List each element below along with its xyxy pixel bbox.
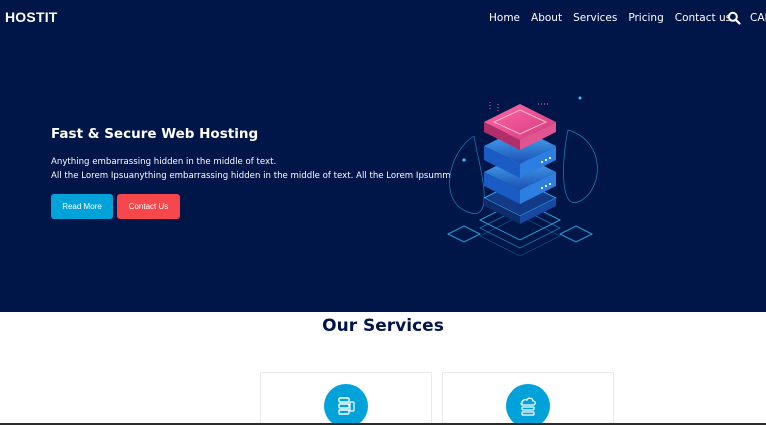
nav-services[interactable]: Services: [573, 12, 617, 24]
hero-section: HOSTIT Home About Services Pricing Conta…: [0, 0, 766, 312]
brand-logo[interactable]: HOSTIT: [5, 9, 58, 25]
hero-title: Fast & Secure Web Hosting: [51, 126, 259, 142]
server-stack-illustration: [438, 92, 604, 264]
nav-pricing[interactable]: Pricing: [628, 12, 663, 24]
hero-text-line-2: All the Lorem Ipsuanything embarrassing …: [51, 171, 451, 181]
services-heading: Our Services: [322, 316, 444, 336]
nav-contact[interactable]: Contact us: [675, 12, 731, 24]
nav-home[interactable]: Home: [489, 12, 520, 24]
main-nav: Home About Services Pricing Contact us C…: [489, 11, 766, 25]
contact-us-button[interactable]: Contact Us: [117, 194, 180, 219]
search-icon[interactable]: [727, 11, 741, 25]
call-link[interactable]: CAL: [750, 12, 766, 24]
read-more-button[interactable]: Read More: [51, 194, 113, 219]
hero-text-line-1: Anything embarrassing hidden in the midd…: [51, 157, 277, 167]
service-card-1[interactable]: [260, 372, 432, 425]
cloud-server-icon: [506, 384, 550, 425]
server-icon: [324, 384, 368, 425]
service-card-2[interactable]: [442, 372, 614, 425]
nav-about[interactable]: About: [531, 12, 562, 24]
